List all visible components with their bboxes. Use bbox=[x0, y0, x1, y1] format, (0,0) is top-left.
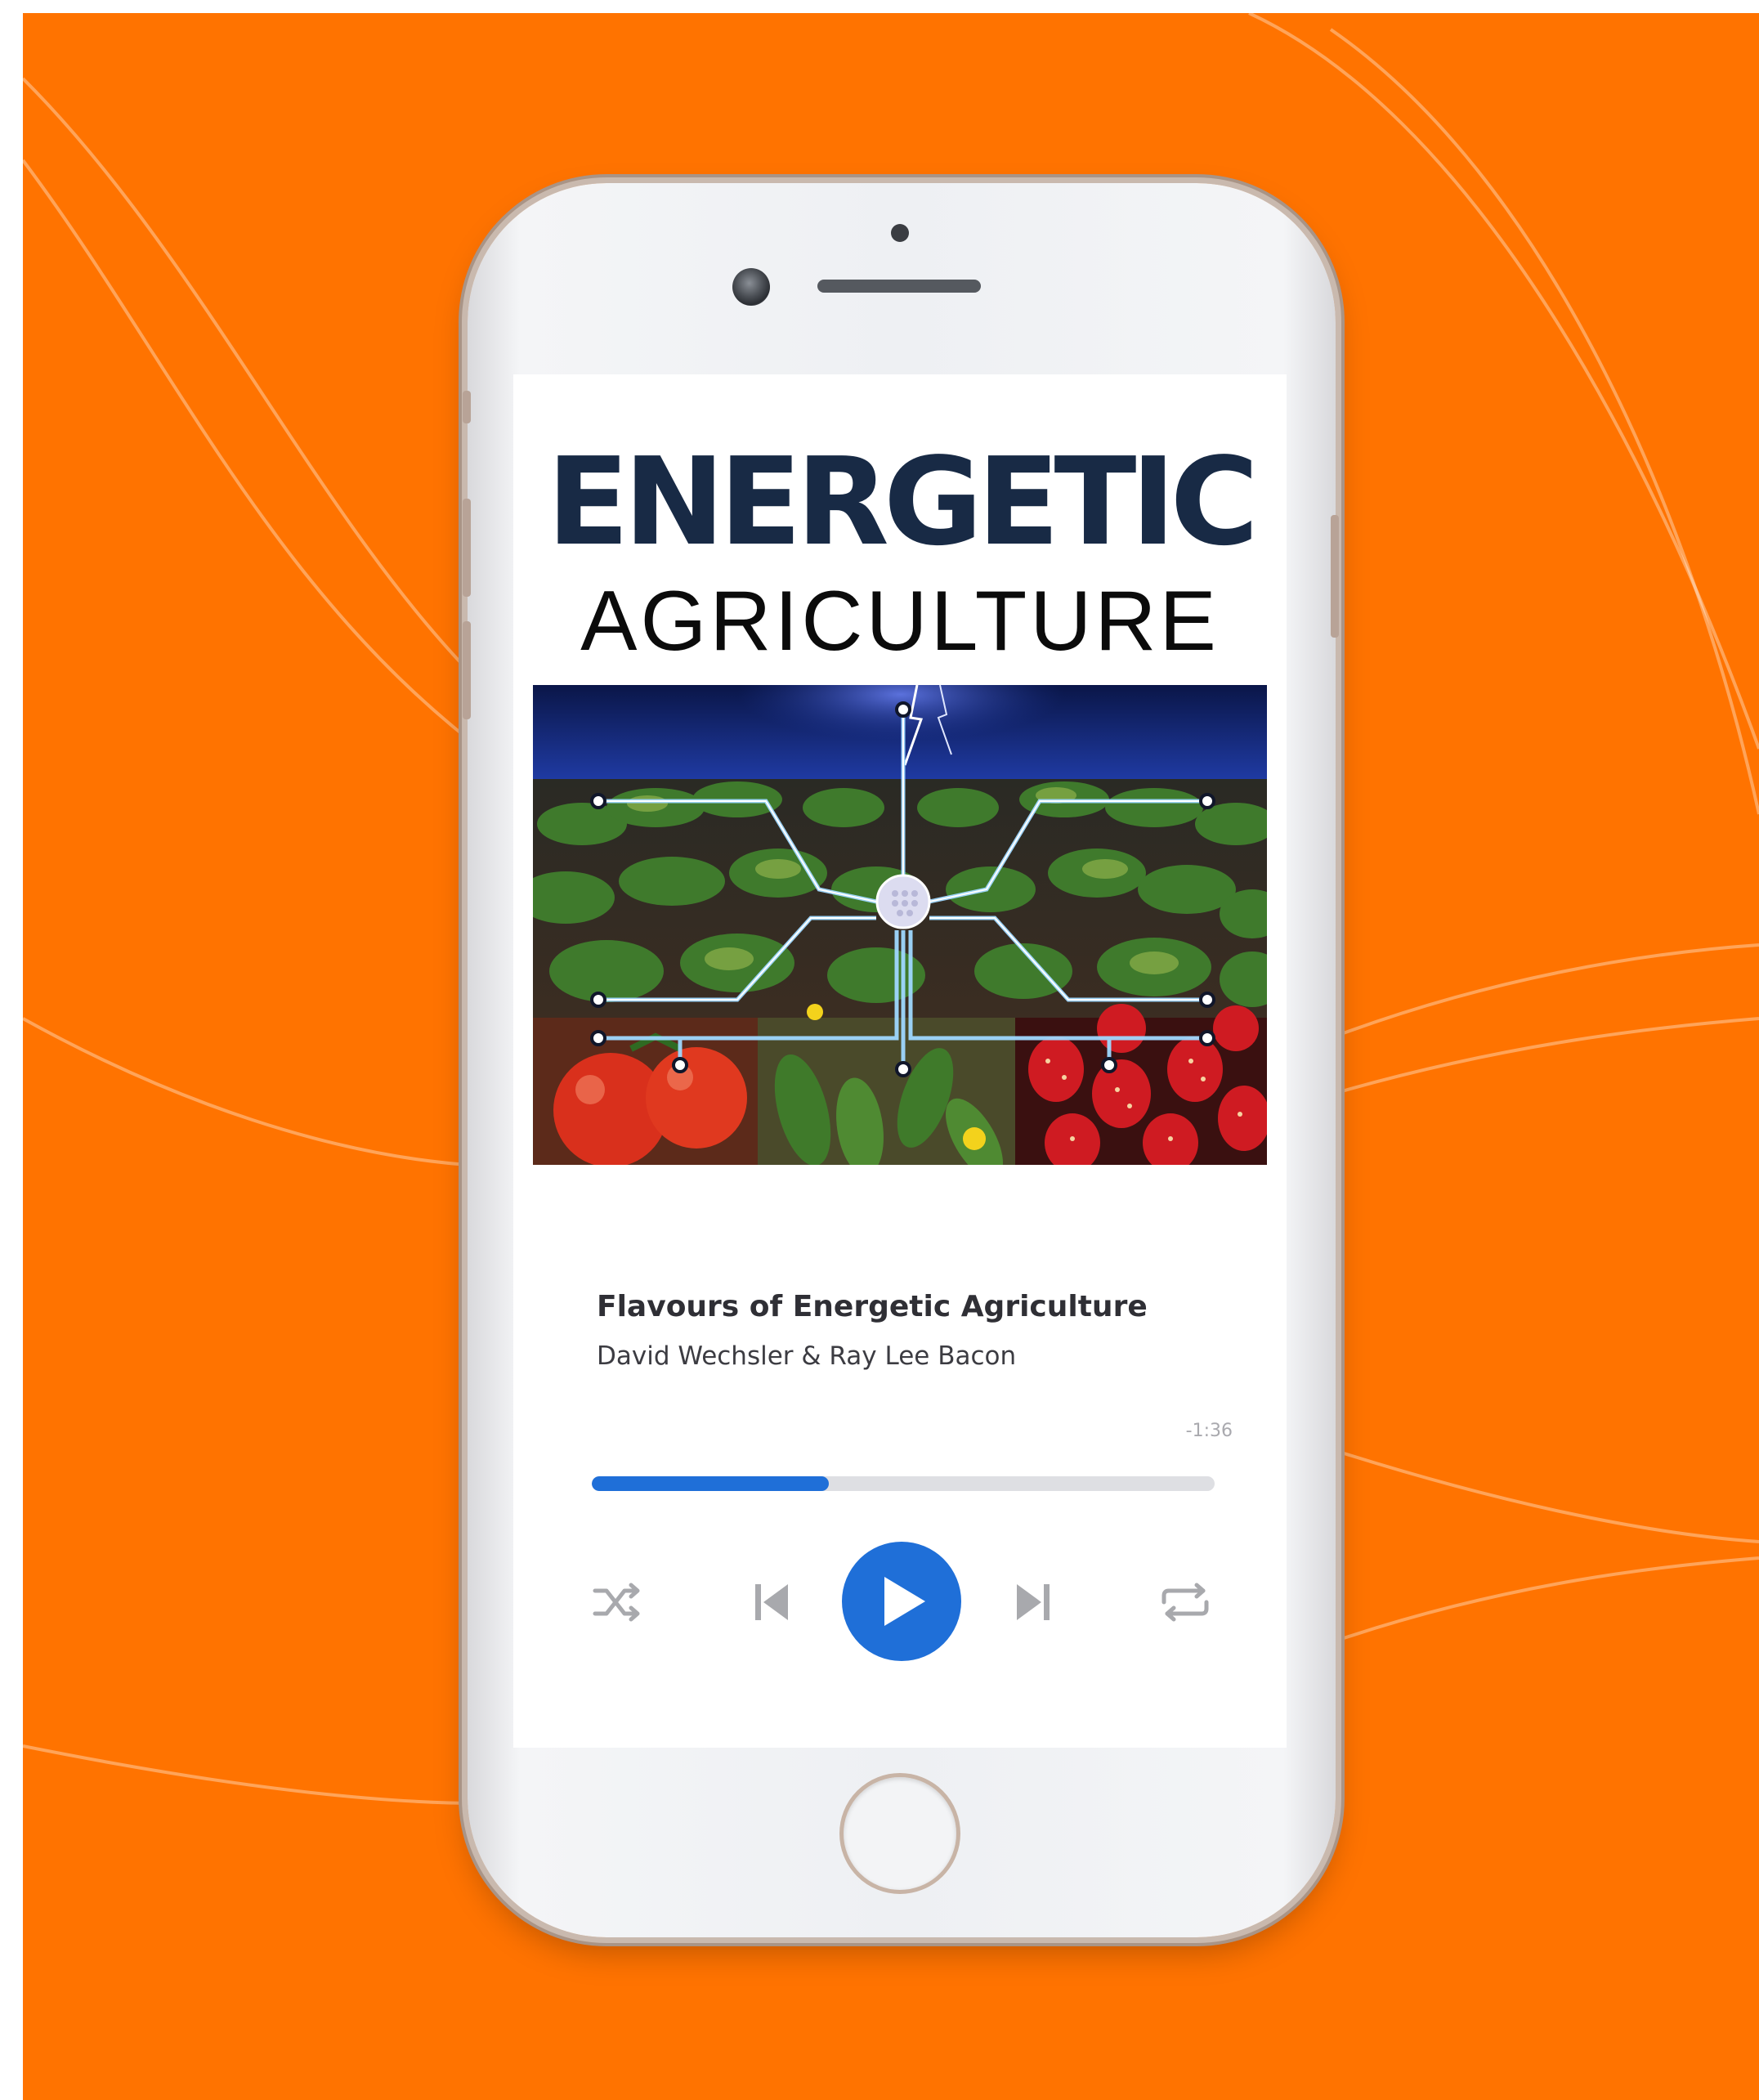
play-icon bbox=[884, 1577, 925, 1626]
silent-switch bbox=[463, 391, 471, 423]
play-button[interactable] bbox=[842, 1542, 961, 1661]
skip-next-icon[interactable] bbox=[1004, 1573, 1063, 1632]
earpiece-speaker bbox=[817, 280, 981, 293]
proximity-sensor bbox=[891, 224, 909, 242]
progress-bar[interactable] bbox=[592, 1476, 1215, 1491]
shuffle-icon[interactable] bbox=[589, 1573, 647, 1632]
book-title: ENERGETIC bbox=[546, 432, 1259, 572]
volume-up-button bbox=[463, 499, 471, 597]
cover-art bbox=[533, 685, 1267, 1165]
book-subtitle: AGRICULTURE bbox=[580, 574, 1220, 669]
volume-down-button bbox=[463, 621, 471, 719]
track-title: Flavours of Energetic Agriculture bbox=[597, 1290, 1148, 1323]
track-artist: David Wechsler & Ray Lee Bacon bbox=[597, 1341, 1017, 1371]
power-button bbox=[1331, 515, 1339, 638]
progress-fill bbox=[592, 1476, 829, 1491]
player-screen: ENERGETIC AGRICULTURE Flavours of Energe… bbox=[513, 374, 1287, 1748]
home-button[interactable] bbox=[839, 1773, 960, 1894]
remaining-time: -1:36 bbox=[1185, 1421, 1233, 1441]
repeat-icon[interactable] bbox=[1153, 1573, 1218, 1632]
front-camera bbox=[732, 268, 770, 306]
skip-previous-icon[interactable] bbox=[742, 1573, 801, 1632]
